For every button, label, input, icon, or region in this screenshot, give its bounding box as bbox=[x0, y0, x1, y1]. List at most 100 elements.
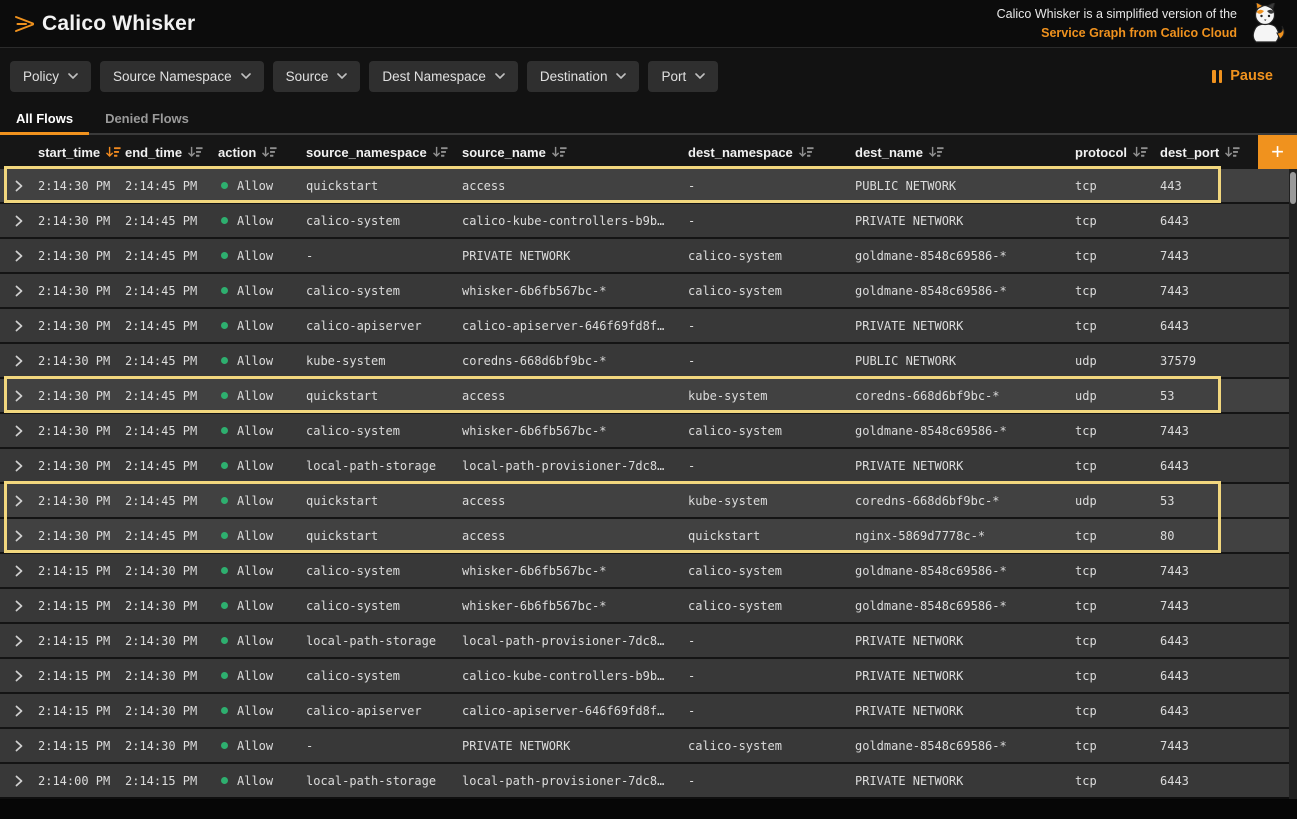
table-row[interactable]: 2:14:30 PM2:14:45 PMAllowlocal-path-stor… bbox=[0, 449, 1289, 482]
expand-row-button[interactable] bbox=[15, 635, 23, 647]
cell-start_time: 2:14:30 PM bbox=[38, 249, 125, 263]
cell-start_time: 2:14:15 PM bbox=[38, 704, 125, 718]
table-row[interactable]: 2:14:15 PM2:14:30 PMAllowcalico-systemwh… bbox=[0, 554, 1289, 587]
cell-end_time: 2:14:45 PM bbox=[125, 179, 218, 193]
table-row[interactable]: 2:14:15 PM2:14:30 PMAllowcalico-apiserve… bbox=[0, 694, 1289, 727]
service-graph-link[interactable]: Service Graph from Calico Cloud bbox=[997, 24, 1237, 42]
table-row[interactable]: 2:14:30 PM2:14:45 PMAllowquickstartacces… bbox=[0, 169, 1289, 202]
tab-denied-flows[interactable]: Denied Flows bbox=[89, 104, 205, 133]
cell-start_time: 2:14:30 PM bbox=[38, 214, 125, 228]
column-header-action[interactable]: action bbox=[218, 145, 306, 160]
column-header-source_namespace[interactable]: source_namespace bbox=[306, 145, 462, 160]
expand-row-button[interactable] bbox=[15, 530, 23, 542]
expand-row-button[interactable] bbox=[15, 705, 23, 717]
filter-source-dropdown[interactable]: Source bbox=[273, 61, 361, 92]
expand-row-button[interactable] bbox=[15, 250, 23, 262]
allow-status-dot bbox=[221, 392, 228, 399]
table-row[interactable]: 2:14:15 PM2:14:30 PMAllowlocal-path-stor… bbox=[0, 624, 1289, 657]
cell-dest_name: coredns-668d6bf9bc-* bbox=[855, 494, 1075, 508]
table-row[interactable]: 2:14:30 PM2:14:45 PMAllowcalico-systemwh… bbox=[0, 414, 1289, 447]
chevron-right-icon bbox=[15, 670, 23, 682]
allow-status-dot bbox=[221, 497, 228, 504]
action-label: Allow bbox=[237, 704, 273, 718]
allow-status-dot bbox=[221, 602, 228, 609]
table-row[interactable]: 2:14:15 PM2:14:30 PMAllowcalico-systemwh… bbox=[0, 589, 1289, 622]
column-header-end_time[interactable]: end_time bbox=[125, 145, 218, 160]
expand-row-button[interactable] bbox=[15, 390, 23, 402]
table-row[interactable]: 2:14:15 PM2:14:30 PMAllowcalico-systemca… bbox=[0, 659, 1289, 692]
table-row[interactable]: 2:14:30 PM2:14:45 PMAllowquickstartacces… bbox=[0, 379, 1289, 412]
cell-source_name: PRIVATE NETWORK bbox=[462, 249, 688, 263]
brand: Calico Whisker bbox=[14, 12, 195, 36]
allow-status-dot bbox=[221, 182, 228, 189]
column-header-source_name[interactable]: source_name bbox=[462, 145, 688, 160]
column-header-start_time[interactable]: start_time bbox=[38, 145, 125, 160]
vertical-scrollbar-thumb[interactable] bbox=[1290, 172, 1296, 204]
add-filter-button[interactable]: + bbox=[1258, 135, 1297, 169]
filter-policy-dropdown[interactable]: Policy bbox=[10, 61, 91, 92]
chevron-down-icon bbox=[68, 73, 78, 79]
cell-protocol: tcp bbox=[1075, 249, 1160, 263]
cell-dest_namespace: calico-system bbox=[688, 284, 855, 298]
column-label-end_time: end_time bbox=[125, 145, 182, 160]
cell-source_name: calico-kube-controllers-b9b… bbox=[462, 669, 688, 683]
expand-row-button[interactable] bbox=[15, 460, 23, 472]
table-row[interactable]: 2:14:00 PM2:14:15 PMAllowlocal-path-stor… bbox=[0, 764, 1289, 797]
expand-row-button[interactable] bbox=[15, 600, 23, 612]
expand-row-button[interactable] bbox=[15, 495, 23, 507]
expand-row-button[interactable] bbox=[15, 670, 23, 682]
cell-source_namespace: calico-apiserver bbox=[306, 319, 462, 333]
cell-dest_port: 7443 bbox=[1160, 739, 1289, 753]
expand-row-button[interactable] bbox=[15, 740, 23, 752]
chevron-right-icon bbox=[15, 390, 23, 402]
expand-row-button[interactable] bbox=[15, 355, 23, 367]
table-row[interactable]: 2:14:30 PM2:14:45 PMAllowquickstartacces… bbox=[0, 484, 1289, 517]
expand-row-button[interactable] bbox=[15, 180, 23, 192]
expand-row-button[interactable] bbox=[15, 775, 23, 787]
column-header-dest_name[interactable]: dest_name bbox=[855, 145, 1075, 160]
column-label-protocol: protocol bbox=[1075, 145, 1127, 160]
vertical-scrollbar-track[interactable] bbox=[1289, 169, 1297, 799]
table-row[interactable]: 2:14:30 PM2:14:45 PMAllowcalico-systemwh… bbox=[0, 274, 1289, 307]
chevron-right-icon bbox=[15, 425, 23, 437]
action-label: Allow bbox=[237, 634, 273, 648]
column-label-source_name: source_name bbox=[462, 145, 546, 160]
action-label: Allow bbox=[237, 739, 273, 753]
filter-port-dropdown[interactable]: Port bbox=[648, 61, 718, 92]
expand-row-button[interactable] bbox=[15, 320, 23, 332]
expand-row-button[interactable] bbox=[15, 215, 23, 227]
column-header-protocol[interactable]: protocol bbox=[1075, 145, 1160, 160]
pause-button[interactable]: Pause bbox=[1212, 68, 1273, 84]
expand-row-button[interactable] bbox=[15, 425, 23, 437]
cell-dest_name: PRIVATE NETWORK bbox=[855, 704, 1075, 718]
table-row[interactable]: 2:14:30 PM2:14:45 PMAllowcalico-apiserve… bbox=[0, 309, 1289, 342]
cell-end_time: 2:14:30 PM bbox=[125, 739, 218, 753]
table-row[interactable]: 2:14:15 PM2:14:30 PMAllow-PRIVATE NETWOR… bbox=[0, 729, 1289, 762]
table-row[interactable]: 2:14:30 PM2:14:45 PMAllowcalico-systemca… bbox=[0, 204, 1289, 237]
filter-source-namespace-dropdown[interactable]: Source Namespace bbox=[100, 61, 264, 92]
sort-icon bbox=[188, 146, 203, 159]
column-header-dest_namespace[interactable]: dest_namespace bbox=[688, 145, 855, 160]
cell-source_namespace: local-path-storage bbox=[306, 634, 462, 648]
action-label: Allow bbox=[237, 284, 273, 298]
expand-row-button[interactable] bbox=[15, 285, 23, 297]
cell-action: Allow bbox=[218, 529, 306, 543]
sort-icon bbox=[552, 146, 567, 159]
filter-destination-dropdown[interactable]: Destination bbox=[527, 61, 640, 92]
table-row[interactable]: 2:14:30 PM2:14:45 PMAllowkube-systemcore… bbox=[0, 344, 1289, 377]
cell-dest_port: 6443 bbox=[1160, 634, 1289, 648]
table-row[interactable]: 2:14:30 PM2:14:45 PMAllow-PRIVATE NETWOR… bbox=[0, 239, 1289, 272]
cell-source_namespace: quickstart bbox=[306, 389, 462, 403]
cell-protocol: tcp bbox=[1075, 704, 1160, 718]
expand-row-button[interactable] bbox=[15, 565, 23, 577]
filter-dest-namespace-dropdown[interactable]: Dest Namespace bbox=[369, 61, 518, 92]
allow-status-dot bbox=[221, 427, 228, 434]
cell-start_time: 2:14:15 PM bbox=[38, 739, 125, 753]
cell-end_time: 2:14:30 PM bbox=[125, 564, 218, 578]
cell-dest_name: goldmane-8548c69586-* bbox=[855, 424, 1075, 438]
tab-all-flows[interactable]: All Flows bbox=[0, 104, 89, 133]
table-header: start_timeend_time actionsource_namespace… bbox=[0, 135, 1297, 169]
cell-dest_port: 6443 bbox=[1160, 774, 1289, 788]
table-row[interactable]: 2:14:30 PM2:14:45 PMAllowquickstartacces… bbox=[0, 519, 1289, 552]
cell-dest_name: PRIVATE NETWORK bbox=[855, 669, 1075, 683]
